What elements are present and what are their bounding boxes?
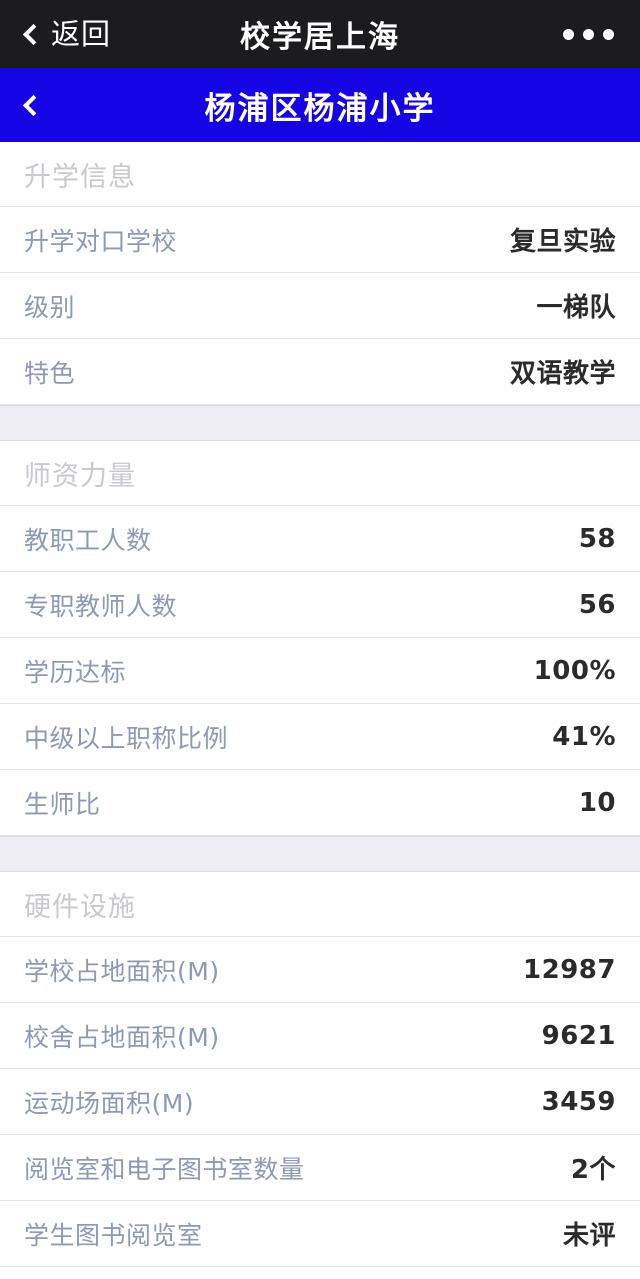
detail-row-label: 级别 bbox=[24, 292, 76, 322]
detail-row-label: 中级以上职称比例 bbox=[24, 723, 229, 753]
chevron-left-icon bbox=[22, 94, 45, 116]
detail-row[interactable]: 中级以上职称比例 41% bbox=[0, 704, 640, 770]
detail-row-label: 升学对口学校 bbox=[24, 226, 178, 256]
detail-row[interactable]: 专职教师人数 56 bbox=[0, 572, 640, 638]
page-title: 杨浦区杨浦小学 bbox=[204, 90, 436, 127]
detail-row-value: 一梯队 bbox=[536, 293, 616, 323]
ellipsis-dot bbox=[603, 28, 614, 40]
app-navbar: 杨浦区杨浦小学 bbox=[0, 68, 640, 142]
detail-row-value: 9621 bbox=[541, 1020, 616, 1051]
detail-row-label: 阅览室和电子图书室数量 bbox=[24, 1154, 305, 1184]
detail-row[interactable]: 级别 一梯队 bbox=[0, 273, 640, 339]
detail-row-clipped[interactable] bbox=[0, 1267, 640, 1279]
detail-row[interactable]: 运动场面积(M) 3459 bbox=[0, 1069, 640, 1135]
detail-row[interactable]: 生师比 10 bbox=[0, 770, 640, 836]
section-divider bbox=[0, 405, 640, 441]
detail-row-label: 特色 bbox=[24, 358, 76, 388]
detail-row-label: 校舍占地面积(M) bbox=[24, 1022, 220, 1052]
topbar-back-label: 返回 bbox=[51, 16, 112, 51]
detail-row-value: 100% bbox=[533, 655, 616, 686]
detail-row[interactable]: 特色 双语教学 bbox=[0, 339, 640, 405]
app-root: 返回 校学居上海 杨浦区杨浦小学 升学信息升学对口学校 复旦实验级别 一梯队特色 双语… bbox=[0, 0, 640, 1279]
ellipsis-dot bbox=[563, 28, 574, 40]
detail-row[interactable]: 学生图书阅览室 未评 bbox=[0, 1201, 640, 1267]
detail-row-label: 学历达标 bbox=[24, 657, 127, 687]
section-header-label: 师资力量 bbox=[24, 460, 136, 492]
detail-row[interactable]: 校舍占地面积(M) 9621 bbox=[0, 1003, 640, 1069]
browser-topbar: 返回 校学居上海 bbox=[0, 0, 640, 68]
detail-row-label: 生师比 bbox=[24, 789, 101, 819]
detail-row[interactable]: 教职工人数 58 bbox=[0, 506, 640, 572]
detail-row[interactable]: 阅览室和电子图书室数量 2个 bbox=[0, 1135, 640, 1201]
section-header-label: 硬件设施 bbox=[24, 891, 136, 923]
detail-row-value: 12987 bbox=[523, 954, 616, 985]
detail-row-value: 58 bbox=[578, 523, 616, 554]
detail-row-value: 2个 bbox=[570, 1155, 616, 1185]
section-header: 师资力量 bbox=[0, 441, 640, 506]
detail-row-value: 3459 bbox=[541, 1086, 616, 1117]
detail-row-label: 学生图书阅览室 bbox=[24, 1220, 203, 1250]
detail-row-value: 复旦实验 bbox=[509, 227, 616, 257]
detail-row-value: 56 bbox=[578, 589, 616, 620]
detail-row-value: 41% bbox=[552, 721, 616, 752]
detail-row-value: 双语教学 bbox=[509, 359, 616, 389]
detail-row-label: 运动场面积(M) bbox=[24, 1088, 195, 1118]
chevron-left-icon bbox=[22, 23, 45, 45]
section-divider bbox=[0, 836, 640, 872]
section-header: 升学信息 bbox=[0, 142, 640, 207]
detail-row[interactable]: 升学对口学校 复旦实验 bbox=[0, 207, 640, 273]
detail-row-value: 未评 bbox=[562, 1221, 616, 1251]
detail-row-label: 教职工人数 bbox=[24, 525, 152, 555]
topbar-back-button[interactable]: 返回 bbox=[22, 16, 112, 51]
ellipsis-icon[interactable] bbox=[563, 28, 614, 40]
detail-row-label: 学校占地面积(M) bbox=[24, 956, 220, 986]
navbar-back-button[interactable] bbox=[22, 94, 45, 116]
section-header: 硬件设施 bbox=[0, 872, 640, 937]
detail-list[interactable]: 升学信息升学对口学校 复旦实验级别 一梯队特色 双语教学师资力量教职工人数 58 专职教师… bbox=[0, 142, 640, 1279]
detail-row[interactable]: 学校占地面积(M) 12987 bbox=[0, 937, 640, 1003]
detail-row-value: 10 bbox=[578, 787, 616, 818]
section-header-label: 升学信息 bbox=[24, 161, 136, 193]
detail-row-label: 专职教师人数 bbox=[24, 591, 178, 621]
ellipsis-dot bbox=[583, 28, 594, 40]
detail-row[interactable]: 学历达标 100% bbox=[0, 638, 640, 704]
